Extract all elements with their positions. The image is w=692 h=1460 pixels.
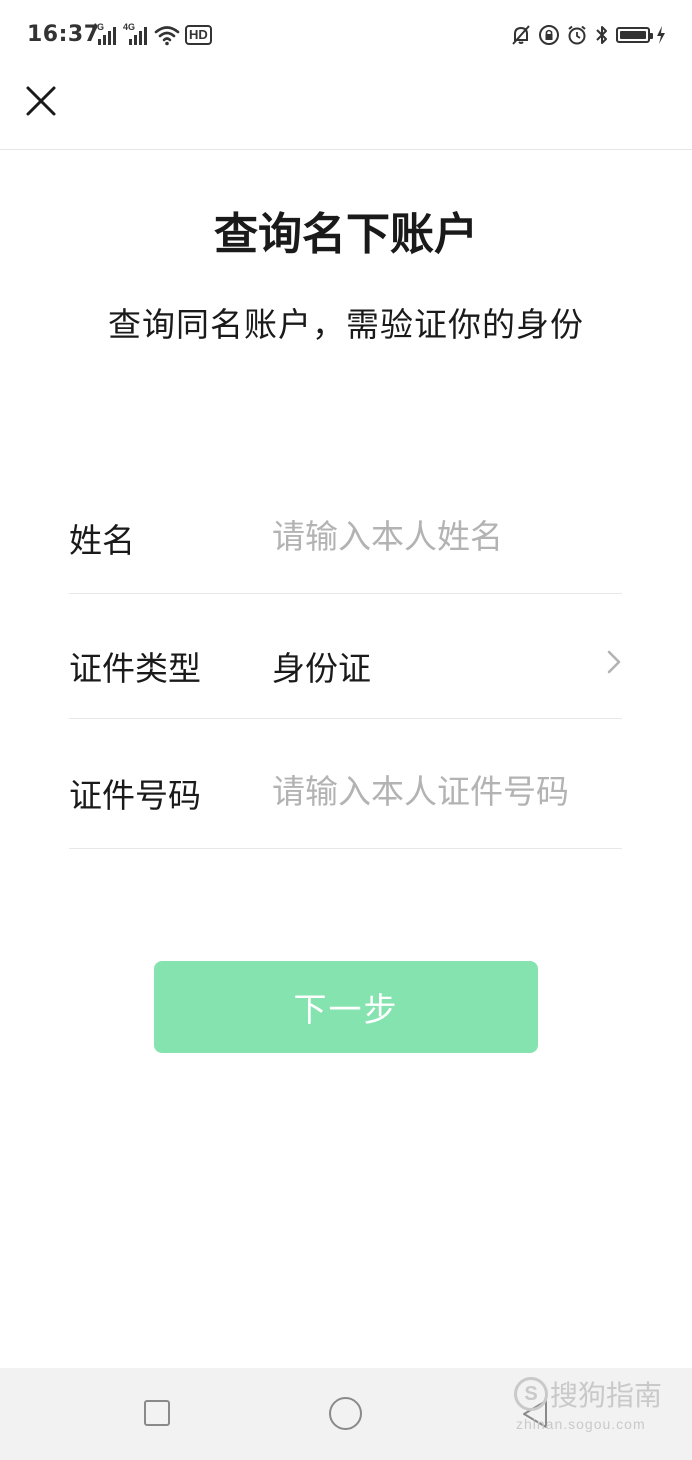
watermark-text: 搜狗指南 [550,1379,663,1412]
status-right-icons [510,22,666,48]
bluetooth-icon [596,26,607,44]
id-number-label: 证件号码 [69,776,201,815]
name-label: 姓名 [69,521,135,560]
name-input[interactable] [272,514,612,558]
chevron-right-icon [607,650,621,674]
mute-bell-icon [512,25,530,45]
id-number-input[interactable] [272,769,612,813]
circle-icon[interactable] [329,1397,362,1430]
watermark-url: zhinan.sogou.com [516,1416,646,1432]
row-divider [69,848,622,849]
header-divider [0,149,692,150]
network-tag-sim2: 4G [123,22,136,32]
page-subtitle: 查询同名账户，需验证你的身份 [108,305,584,344]
rotation-lock-icon [539,25,559,45]
battery-icon [616,27,653,43]
name-row: 姓名 [69,476,622,594]
alarm-icon [568,25,586,45]
close-button[interactable] [22,82,60,120]
id-type-label: 证件类型 [69,649,201,688]
status-time: 16:37 [27,22,100,47]
close-icon [26,86,56,116]
status-bar: 16:37 4G 4G HD [0,0,692,72]
sogou-logo-icon: S [514,1377,548,1411]
network-tag-sim1: 4G [92,22,105,32]
next-step-button[interactable]: 下一步 [154,961,538,1053]
square-icon[interactable] [144,1400,170,1426]
hd-voice-icon: HD [185,25,212,45]
signal-icon-sim1: 4G [92,23,118,47]
status-left-icons: 4G 4G HD [92,22,212,48]
charging-icon [657,26,665,44]
id-number-row: 证件号码 [69,719,622,849]
signal-icon-sim2: 4G [123,23,149,47]
id-type-row[interactable]: 证件类型 身份证 [69,594,622,719]
page-title: 查询名下账户 [214,209,478,260]
wifi-icon [154,26,180,46]
watermark: S 搜狗指南 [514,1374,662,1414]
id-type-value: 身份证 [272,649,371,688]
